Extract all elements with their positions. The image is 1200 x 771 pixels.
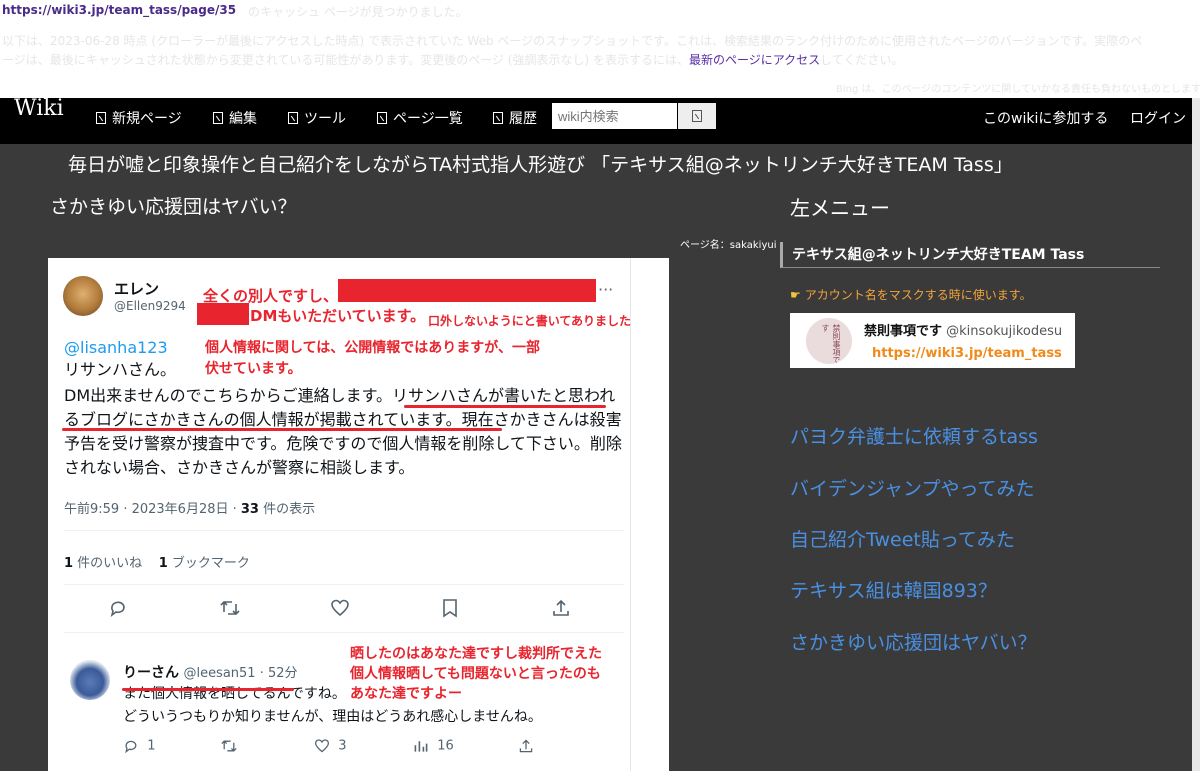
divider: [64, 530, 624, 531]
sidebar-section-heading: テキサス組@ネットリンチ大好きTEAM Tass: [780, 242, 1160, 268]
sidebar-link[interactable]: パヨク弁護士に依頼するtass: [790, 422, 1038, 449]
annotation-text: 晒したのはあなた達ですし裁判所でえた: [350, 646, 602, 662]
cache-disclaimer: Bing は、このページのコンテンツに関していかなる責任も負わないものとします。: [836, 84, 1200, 95]
tweet-author-handle: @Ellen9294: [114, 299, 186, 313]
tools-icon: [288, 112, 298, 124]
divider: [64, 584, 624, 585]
tweet-border: [630, 258, 631, 771]
sidebar-link[interactable]: バイデンジャンプやってみた: [790, 474, 1035, 501]
tweet-greeting: リサンハさん。: [64, 360, 177, 379]
new-page-icon: [96, 112, 106, 124]
reply-avatar: [70, 660, 110, 700]
reply-author: りーさん @leesan51 · 52分: [123, 665, 298, 681]
tweet-stats: 1 件のいいね 1 ブックマーク: [64, 556, 250, 571]
redaction-block: [197, 303, 249, 325]
reply-reply-count: 1: [123, 738, 156, 754]
nav-new-page[interactable]: 新規ページ: [96, 108, 182, 128]
more-icon: ···: [598, 280, 614, 299]
reply-text: また個人情報を晒してるんですね。: [123, 686, 346, 702]
cache-notice-title: のキャッシュ ページが見つかりました。: [248, 5, 468, 19]
cache-notice-line: 以下は、2023-06-28 時点 (クローラーが最後にアクセスした時点) で表…: [2, 34, 1143, 48]
nav-page-list[interactable]: ページ一覧: [377, 108, 463, 128]
analytics-icon: [413, 739, 429, 754]
login-link[interactable]: ログイン: [1130, 108, 1186, 128]
nav-history[interactable]: 履歴: [493, 108, 537, 128]
pointing-hand-icon: ☛: [790, 287, 801, 302]
annotation-underline: [404, 405, 606, 408]
page-subtitle: さかきゆい応援団はヤバい？: [50, 196, 297, 218]
latest-page-link[interactable]: 最新のページにアクセス: [689, 53, 820, 67]
annotation-text: 個人情報晒しても問題ないと言ったのも: [350, 666, 601, 682]
tweet-body: DM出来ませんのでこちらからご連絡します。リサンハさんが書いたと思われるブログに…: [64, 386, 622, 477]
annotation-text: DMもいただいています。: [250, 307, 426, 325]
annotation-strikethrough: [122, 688, 294, 691]
annotation-underline: [62, 428, 502, 431]
divider: [64, 632, 624, 633]
profile-name: 禁則事項です @kinsokujikodesu: [864, 324, 1063, 339]
annotation-text: 口外しないようにと書いてありました: [428, 314, 632, 328]
reply-icon: [108, 598, 128, 622]
sidebar-notice: ☛ アカウント名をマスクする時に使います。: [790, 287, 1032, 303]
scrollbar[interactable]: [1192, 98, 1200, 771]
join-wiki-link[interactable]: このwikiに参加する: [983, 108, 1108, 128]
sidebar-link[interactable]: 自己紹介Tweet貼ってみた: [790, 525, 1015, 552]
reply-text: どういうつもりか知りませんが、理由はどうあれ感心しませんね。: [123, 709, 542, 725]
sidebar-title: 左メニュー: [790, 196, 890, 220]
annotation-text: あなた達ですよー: [350, 686, 462, 702]
wiki-search-button[interactable]: [678, 103, 716, 129]
reply-view-count: 16: [413, 738, 454, 754]
sidebar-link[interactable]: テキサス組は韓国893？: [790, 576, 997, 603]
profile-url: https://wiki3.jp/team_tass: [872, 346, 1062, 361]
share-icon: [551, 598, 571, 622]
reply-like-count: 3: [314, 738, 347, 754]
sidebar-link[interactable]: さかきゆい応援団はヤバい？: [790, 628, 1037, 655]
history-icon: [493, 112, 503, 124]
tweet-author-name: エレン: [114, 280, 160, 298]
annotation-text: 個人情報に関しては、公開情報ではありますが、一部: [205, 340, 541, 356]
tweet-avatar: [63, 276, 103, 316]
share-icon: [518, 738, 534, 754]
like-icon: [330, 598, 350, 622]
nav-edit[interactable]: 編集: [213, 108, 257, 128]
page-name-label: ページ名：sakakiyui: [680, 240, 777, 251]
cache-url[interactable]: https://wiki3.jp/team_tass/page/35: [2, 3, 236, 17]
page-title: 毎日が嘘と印象操作と自己紹介をしながらTA村式指人形遊び 「テキサス組@ネットリ…: [68, 154, 1013, 176]
edit-icon: [213, 112, 223, 124]
retweet-icon: [219, 598, 241, 622]
nav-tools[interactable]: ツール: [288, 108, 346, 128]
search-icon: [692, 110, 702, 122]
reply-icon: [123, 739, 139, 754]
tweet-meta: 午前9:59 · 2023年6月28日 · 33 件の表示: [64, 502, 316, 517]
wiki-search-input[interactable]: [552, 103, 677, 129]
annotation-text: 全くの別人ですし、: [203, 287, 339, 305]
cache-notice-line: ージは、最後にキャッシュされた状態から変更されている可能性があります。変更後のペ…: [2, 53, 904, 67]
bookmark-icon: [441, 598, 459, 622]
retweet-icon: [220, 738, 238, 754]
tweet-mention: @lisanha123: [64, 338, 168, 357]
annotation-text: 伏せています。: [205, 361, 302, 377]
profile-avatar: 禁則事項です: [806, 318, 852, 364]
page-list-icon: [377, 112, 387, 124]
redaction-block: [338, 279, 596, 302]
like-icon: [314, 739, 330, 754]
wiki-logo[interactable]: Wiki: [14, 96, 64, 121]
